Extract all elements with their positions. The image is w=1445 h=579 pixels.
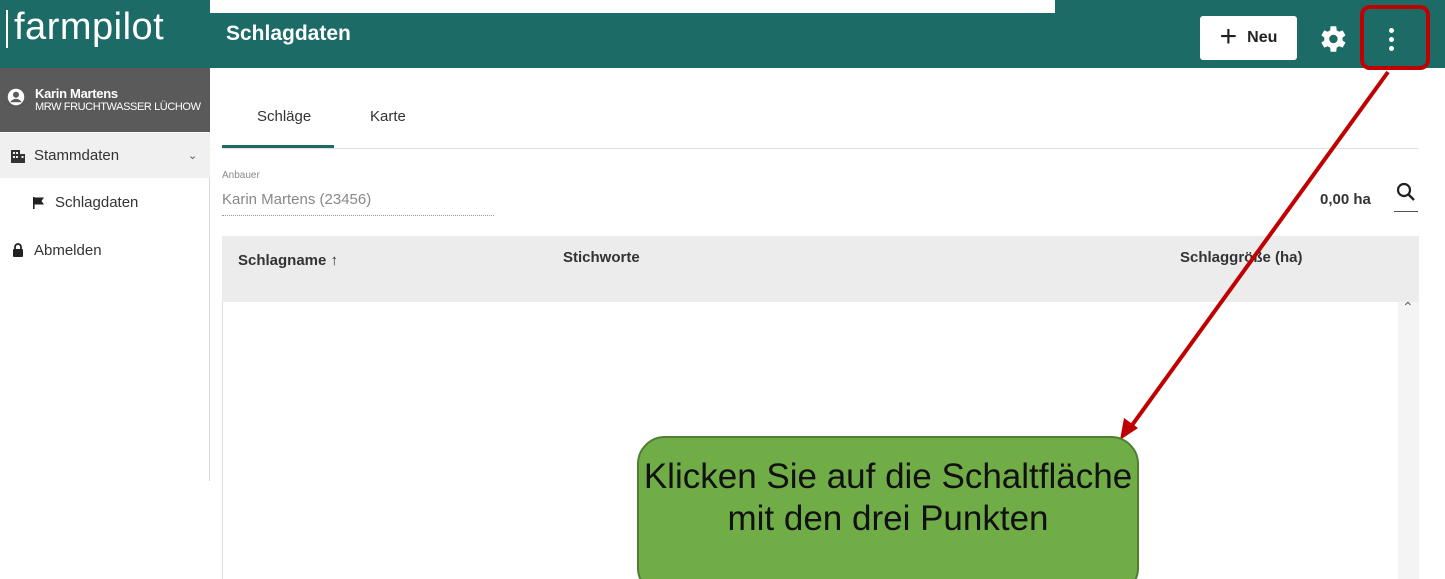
search-icon[interactable]: [1394, 180, 1418, 204]
logo[interactable]: farmpilot: [0, 0, 210, 68]
page-title: Schlagdaten: [226, 22, 351, 45]
flag-icon: [33, 196, 44, 209]
sidebar-item-abmelden[interactable]: Abmelden: [0, 228, 210, 272]
sidebar-item-label: Abmelden: [34, 241, 102, 259]
user-profile[interactable]: Karin Martens MRW FRUCHTWASSER LÜCHOW: [0, 68, 210, 132]
plus-icon: +: [1219, 19, 1238, 53]
new-button-label: Neu: [1247, 29, 1278, 46]
table-header: [222, 236, 1419, 302]
user-organization: MRW FRUCHTWASSER LÜCHOW: [35, 101, 201, 113]
anbauer-field-underline: [222, 215, 494, 216]
tabs-divider: [222, 148, 1419, 149]
tab-schlaege[interactable]: Schläge: [257, 108, 311, 125]
scrollbar[interactable]: [1398, 302, 1419, 579]
sidebar-item-schlagdaten[interactable]: Schlagdaten: [0, 180, 210, 225]
logo-bar: [6, 10, 8, 48]
sidebar-item-stammdaten[interactable]: Stammdaten ⌄: [0, 133, 210, 178]
user-name: Karin Martens: [35, 86, 118, 101]
building-icon: [11, 149, 25, 163]
column-header-schlaggroesse[interactable]: Schlaggröße (ha): [1180, 249, 1303, 266]
total-area: 0,00 ha: [1320, 191, 1371, 208]
new-button[interactable]: + Neu: [1200, 16, 1297, 60]
tab-karte[interactable]: Karte: [370, 108, 406, 125]
anbauer-select[interactable]: Karin Martens (23456): [222, 191, 371, 208]
callout-text: Klicken Sie auf die Schaltfläche mit den…: [643, 457, 1133, 538]
gear-icon: [1321, 26, 1346, 52]
anbauer-field-label: Anbauer: [222, 170, 260, 181]
annotation-highlight-box: [1360, 5, 1430, 70]
logo-text: farmpilot: [14, 6, 165, 48]
account-icon: [7, 88, 25, 106]
settings-button[interactable]: [1315, 22, 1349, 56]
column-header-stichworte[interactable]: Stichworte: [563, 249, 640, 266]
chevron-down-icon: ⌄: [188, 150, 198, 162]
search-underline: [1394, 211, 1418, 212]
sidebar: Karin Martens MRW FRUCHTWASSER LÜCHOW St…: [0, 68, 210, 481]
chevron-up-icon[interactable]: ⌃: [1402, 299, 1414, 316]
sidebar-item-label: Schlagdaten: [55, 194, 139, 211]
sidebar-item-label: Stammdaten: [34, 147, 120, 164]
lock-icon: [13, 243, 23, 257]
column-header-schlagname[interactable]: Schlagname ↑: [238, 252, 338, 269]
